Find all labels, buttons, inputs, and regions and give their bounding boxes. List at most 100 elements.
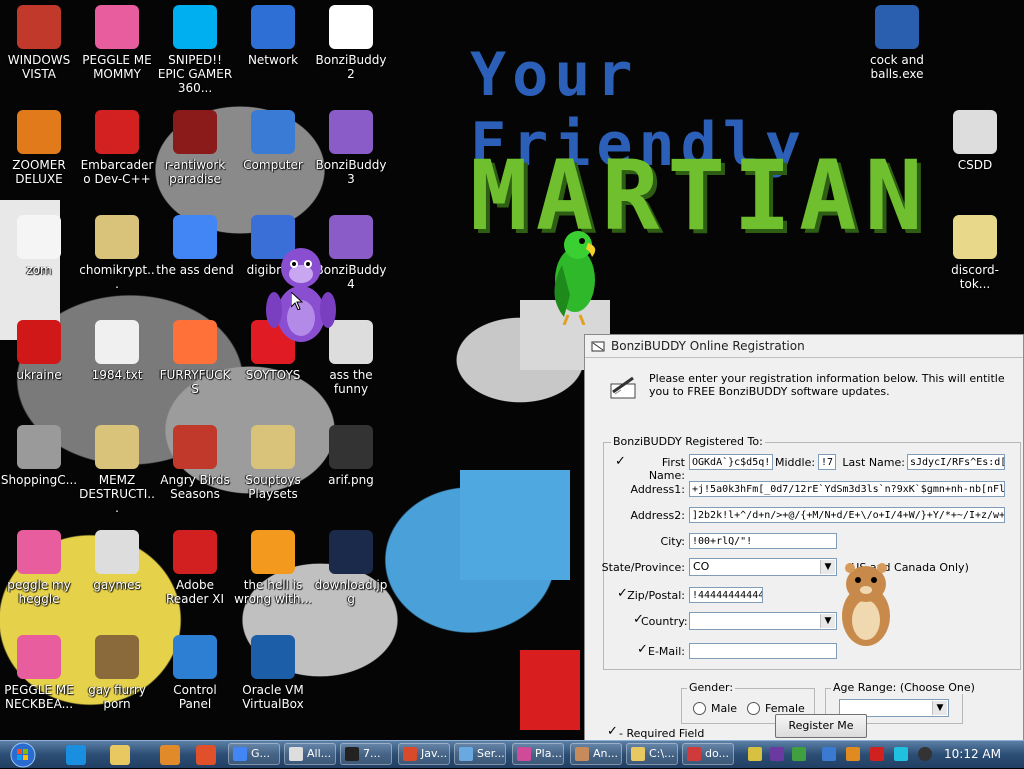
radiation-icon (17, 320, 61, 364)
desktop-icon[interactable]: 1984.txt (78, 320, 156, 382)
required-check-icon: ✓ (607, 724, 618, 739)
desktop-icon[interactable]: download.jpg (312, 530, 390, 606)
desktop-icon[interactable]: PEGGLE ME NECKBEA... (0, 635, 78, 711)
taskbar-clock[interactable]: 10:12 AM (944, 747, 1001, 761)
tray-icon[interactable] (870, 747, 884, 761)
box-icon (95, 635, 139, 679)
taskbar-button[interactable]: Ser... (454, 743, 506, 765)
desktop-icon[interactable]: ShoppingC... (0, 425, 78, 487)
desktop-icon-label: MEMZ DESTRUCTI... (79, 473, 155, 515)
parrot-agent-icon[interactable] (540, 225, 610, 325)
registration-window[interactable]: BonziBUDDY Online Registration Please en… (584, 334, 1024, 740)
address1-label: Address1: (630, 483, 685, 496)
network-icon (251, 5, 295, 49)
email-field[interactable] (689, 643, 837, 659)
taskbar-button[interactable]: do... (682, 743, 734, 765)
file-icon (953, 110, 997, 154)
tray-icon[interactable] (748, 747, 762, 761)
desktop-icon[interactable]: peggle my heggle (0, 530, 78, 606)
hamster-agent-icon[interactable] (832, 558, 902, 648)
address2-field[interactable]: ]2b2k!l+^/d+n/>+@/{+M/N+d/E+\/o+I/4+W/}+… (689, 507, 1005, 523)
desktop-icon[interactable]: gaymes (78, 530, 156, 592)
desktop-icon[interactable]: Network (234, 5, 312, 67)
first-name-field[interactable]: OGKdA`}c$d5q! (689, 454, 773, 470)
desktop-icon[interactable]: Oracle VM VirtualBox (234, 635, 312, 711)
tray-icon[interactable] (846, 747, 860, 761)
zip-field[interactable]: !44444444444 (689, 587, 763, 603)
taskbar-button[interactable]: C:\... (626, 743, 678, 765)
taskbar-button[interactable]: Jav... (398, 743, 450, 765)
desktop-icon[interactable]: r-antiwork paradise (156, 110, 234, 186)
desktop-icon-label: ZOOMER DELUXE (12, 158, 66, 186)
volume-icon[interactable] (918, 747, 932, 761)
image-icon (329, 425, 373, 469)
app-icon[interactable] (196, 745, 216, 765)
virtualbox-icon (251, 635, 295, 679)
desktop-icon[interactable]: arif.png (312, 425, 390, 487)
firefox-icon (173, 320, 217, 364)
desktop-icon[interactable]: zom (0, 215, 78, 277)
internet-explorer-icon[interactable] (66, 745, 86, 765)
tray-icon[interactable] (894, 747, 908, 761)
media-player-icon[interactable] (160, 745, 180, 765)
city-field[interactable]: !00+rlQ/"! (689, 533, 837, 549)
desktop-icon[interactable]: chomikrypt... (78, 215, 156, 291)
desktop-icon[interactable]: discord-tok... (936, 215, 1014, 291)
register-button[interactable]: Register Me (775, 714, 867, 738)
start-button-icon[interactable] (4, 741, 42, 769)
desktop-icon[interactable]: WINDOWS VISTA (0, 5, 78, 81)
middle-field[interactable]: !7 (818, 454, 836, 470)
gender-male-radio[interactable]: Male (693, 702, 737, 715)
taskbar-button-label: Ser... (477, 747, 505, 760)
desktop-icon[interactable]: ukraine (0, 320, 78, 382)
tray-icon[interactable] (822, 747, 836, 761)
desktop-icon[interactable]: the hell is wrong with... (234, 530, 312, 606)
desktop-icon[interactable]: MEMZ DESTRUCTI... (78, 425, 156, 515)
desktop-icon[interactable]: BonziBuddy3 (312, 110, 390, 186)
taskbar-button-label: An... (593, 747, 618, 760)
desktop-icon[interactable]: Adobe Reader XI (156, 530, 234, 606)
desktop-icon[interactable]: Souptoys Playsets (234, 425, 312, 501)
desktop-icon-label: Souptoys Playsets (245, 473, 301, 501)
desktop-icon[interactable]: Computer (234, 110, 312, 172)
window-titlebar[interactable]: BonziBUDDY Online Registration (585, 335, 1023, 358)
country-select[interactable]: ▼ (689, 612, 837, 630)
chrome-icon (173, 215, 217, 259)
desktop-icon[interactable]: the ass dend (156, 215, 234, 277)
tray-icon[interactable] (770, 747, 784, 761)
desktop-icon-label: Oracle VM VirtualBox (242, 683, 304, 711)
desktop-icon-label: CSDD (957, 158, 993, 172)
desktop-icon-label: Network (247, 53, 299, 67)
desktop-icon[interactable]: SNIPED!! EPIC GAMER 360... (156, 5, 234, 95)
desktop-icon[interactable]: cock and balls.exe (858, 5, 936, 81)
peggle-icon (17, 530, 61, 574)
taskbar-button[interactable]: An... (570, 743, 622, 765)
desktop-icon[interactable]: Angry Birds Seasons (156, 425, 234, 501)
desktop-icon-label: Adobe Reader XI (165, 578, 225, 606)
taskbar-button[interactable]: 7... (340, 743, 392, 765)
file-icon (95, 530, 139, 574)
folder-icon[interactable] (110, 745, 130, 765)
desktop-icon[interactable]: Embarcadero Dev-C++ (78, 110, 156, 186)
desktop-icon-label: FURRYFUCKS (159, 368, 231, 396)
age-range-legend: Age Range: (Choose One) (831, 681, 977, 694)
desktop-icon[interactable]: CSDD (936, 110, 1014, 172)
address1-field[interactable]: +j!5a0k3hFm[_0d7/12rE`YdSm3d3ls`n?9xK`$g… (689, 481, 1005, 497)
taskbar-button[interactable]: Pla... (512, 743, 564, 765)
desktop-icon[interactable]: FURRYFUCKS (156, 320, 234, 396)
desktop-icon-label: PEGGLE ME NECKBEA... (4, 683, 74, 711)
desktop-icon[interactable]: Control Panel (156, 635, 234, 711)
chevron-down-icon[interactable]: ▼ (932, 701, 947, 715)
taskbar-button-label: Jav... (421, 747, 448, 760)
desktop-icon-label: Control Panel (173, 683, 217, 711)
desktop-icon[interactable]: gay fiurry porn (78, 635, 156, 711)
taskbar-button[interactable]: All... (284, 743, 336, 765)
taskbar-button[interactable]: G... (228, 743, 280, 765)
state-select[interactable]: CO ▼ (689, 558, 837, 576)
desktop-icon[interactable]: BonziBuddy2 (312, 5, 390, 81)
last-name-field[interactable]: sJdycI/RFs^Es:d[r# (907, 454, 1005, 470)
desktop-icon[interactable]: PEGGLE ME MOMMY (78, 5, 156, 81)
desktop-icon[interactable]: ZOOMER DELUXE (0, 110, 78, 186)
media-icon (687, 747, 701, 761)
tray-icon[interactable] (792, 747, 806, 761)
